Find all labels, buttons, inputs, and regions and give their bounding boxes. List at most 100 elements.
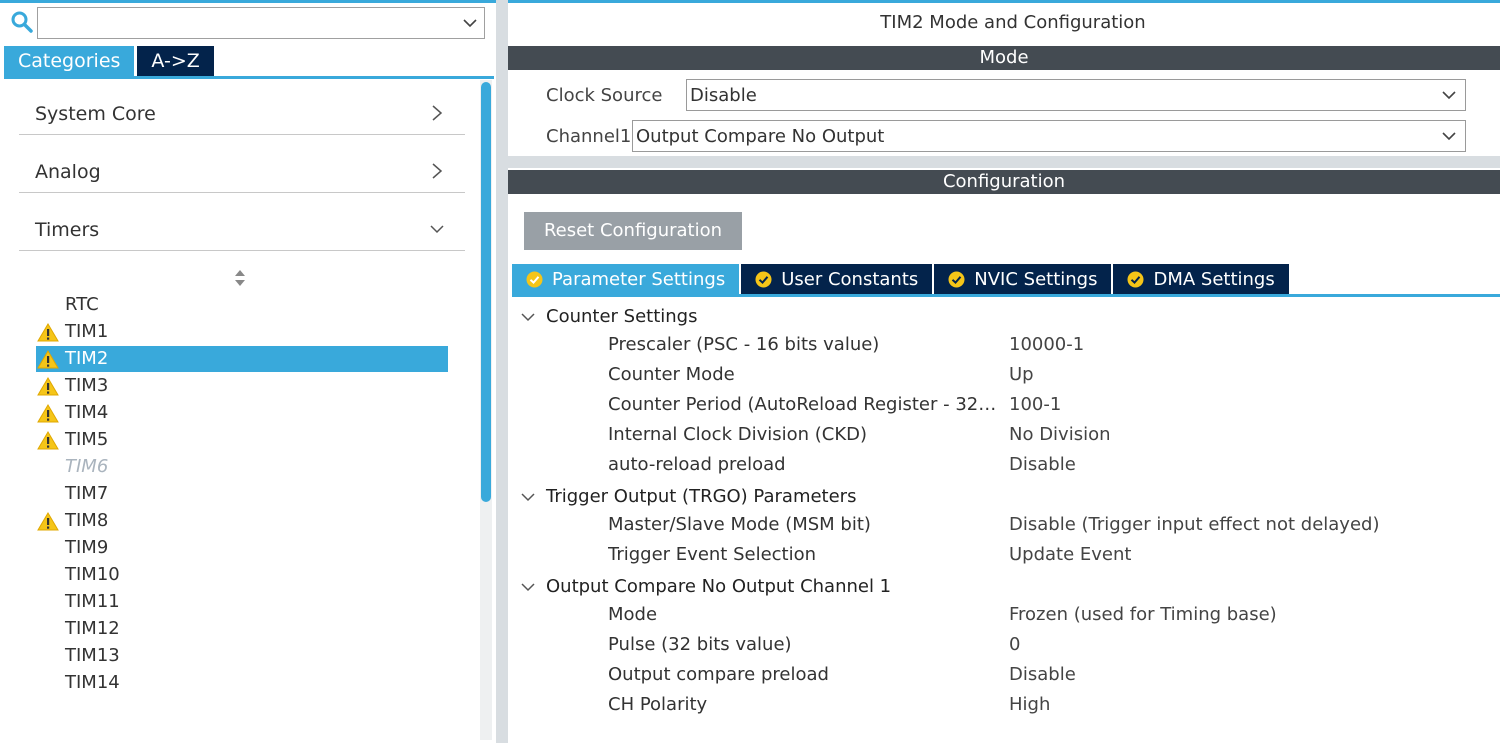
param-row[interactable]: Prescaler (PSC - 16 bits value) 10000-1 [508, 330, 1500, 358]
param-value[interactable]: No Division [1009, 424, 1111, 445]
check-circle-icon [948, 271, 965, 288]
channel1-select[interactable]: Output Compare No Output [632, 120, 1466, 152]
tab-parameter-settings[interactable]: Parameter Settings [512, 264, 740, 295]
category-system-core[interactable]: System Core [19, 95, 465, 135]
param-name: Prescaler (PSC - 16 bits value) [608, 334, 880, 355]
param-value[interactable]: 100-1 [1009, 394, 1061, 415]
param-row[interactable]: Mode Frozen (used for Timing base) [508, 600, 1500, 628]
param-value[interactable]: Update Event [1009, 544, 1131, 565]
param-value[interactable]: Disable (Trigger input effect not delaye… [1009, 514, 1379, 535]
timer-item-tim5[interactable]: TIM5 [36, 427, 448, 453]
tab-nvic-settings[interactable]: NVIC Settings [934, 264, 1112, 295]
timer-item-tim12[interactable]: TIM12 [36, 616, 448, 642]
param-row[interactable]: CH Polarity High [508, 690, 1500, 718]
param-row[interactable]: Pulse (32 bits value) 0 [508, 630, 1500, 658]
chevron-right-icon [432, 163, 443, 179]
timer-label: TIM11 [65, 591, 120, 612]
param-value[interactable]: Disable [1009, 664, 1076, 685]
chevron-down-icon[interactable] [520, 580, 536, 594]
timer-label: TIM14 [65, 672, 120, 693]
scrollbar-thumb[interactable] [481, 82, 491, 502]
tab-underline [512, 294, 1500, 297]
search-combobox[interactable] [37, 7, 485, 39]
timer-item-tim1[interactable]: TIM1 [36, 319, 448, 345]
param-name: Trigger Event Selection [608, 544, 817, 565]
timer-label: TIM8 [65, 510, 109, 531]
param-value[interactable]: Up [1009, 364, 1034, 385]
category-label: Timers [35, 219, 100, 241]
tab-user-constants[interactable]: User Constants [741, 264, 933, 295]
timer-label: RTC [65, 294, 99, 315]
configuration-section-header: Configuration [508, 170, 1500, 194]
timer-item-tim4[interactable]: TIM4 [36, 400, 448, 426]
chevron-down-icon[interactable] [520, 310, 536, 324]
timer-item-tim10[interactable]: TIM10 [36, 562, 448, 588]
param-name: Output compare preload [608, 664, 829, 685]
search-icon[interactable] [10, 10, 34, 34]
timer-item-tim13[interactable]: TIM13 [36, 643, 448, 669]
page-title: TIM2 Mode and Configuration [880, 12, 1146, 33]
tab-categories[interactable]: Categories [4, 46, 135, 77]
timer-item-tim14[interactable]: TIM14 [36, 670, 448, 696]
channel1-value: Output Compare No Output [636, 126, 885, 147]
clock-source-select[interactable]: Disable [686, 79, 1466, 111]
tab-dma-settings[interactable]: DMA Settings [1113, 264, 1289, 295]
clock-source-value: Disable [690, 85, 757, 106]
param-row[interactable]: auto-reload preload Disable [508, 450, 1500, 478]
timer-item-tim8[interactable]: TIM8 [36, 508, 448, 534]
chevron-down-icon[interactable] [462, 16, 478, 30]
timer-label: TIM10 [65, 564, 120, 585]
reset-configuration-button[interactable]: Reset Configuration [524, 212, 742, 250]
param-row[interactable]: Output compare preload Disable [508, 660, 1500, 688]
sort-icon[interactable] [233, 269, 247, 287]
param-value[interactable]: 0 [1009, 634, 1020, 655]
tab-label: Parameter Settings [552, 269, 726, 290]
category-analog[interactable]: Analog [19, 153, 465, 193]
tab-label: NVIC Settings [974, 269, 1098, 290]
param-value[interactable]: Disable [1009, 454, 1076, 475]
panel-accent-line [508, 0, 1500, 3]
timer-label: TIM4 [65, 402, 109, 423]
timer-label: TIM3 [65, 375, 109, 396]
chevron-down-icon[interactable] [520, 490, 536, 504]
warning-icon [37, 404, 59, 423]
warning-icon [37, 350, 59, 369]
check-circle-icon [1127, 271, 1144, 288]
tab-a-to-z[interactable]: A->Z [137, 46, 214, 77]
timer-label: TIM6 [65, 456, 109, 477]
category-label: Analog [35, 161, 101, 183]
warning-icon [37, 377, 59, 396]
param-group-title: Trigger Output (TRGO) Parameters [546, 486, 857, 507]
param-name: Pulse (32 bits value) [608, 634, 792, 655]
category-tab-bar: Categories A->Z [4, 46, 217, 77]
timer-item-tim6[interactable]: TIM6 [36, 454, 448, 480]
chevron-right-icon [432, 105, 443, 121]
param-row[interactable]: Internal Clock Division (CKD) No Division [508, 420, 1500, 448]
param-row[interactable]: Trigger Event Selection Update Event [508, 540, 1500, 568]
timer-item-tim3[interactable]: TIM3 [36, 373, 448, 399]
timer-item-tim11[interactable]: TIM11 [36, 589, 448, 615]
param-name: Master/Slave Mode (MSM bit) [608, 514, 871, 535]
timer-item-rtc[interactable]: RTC [36, 292, 448, 318]
timer-label: TIM7 [65, 483, 109, 504]
param-row[interactable]: Counter Mode Up [508, 360, 1500, 388]
chevron-down-icon [1442, 91, 1456, 100]
check-circle-icon [755, 271, 772, 288]
timer-item-tim9[interactable]: TIM9 [36, 535, 448, 561]
param-value[interactable]: 10000-1 [1009, 334, 1084, 355]
chevron-down-icon [430, 225, 444, 234]
timer-item-tim7[interactable]: TIM7 [36, 481, 448, 507]
warning-icon [37, 512, 59, 531]
category-timers[interactable]: Timers [19, 211, 465, 251]
param-row[interactable]: Master/Slave Mode (MSM bit) Disable (Trig… [508, 510, 1500, 538]
warning-icon [37, 323, 59, 342]
panel-divider[interactable] [496, 0, 508, 743]
param-value[interactable]: Frozen (used for Timing base) [1009, 604, 1277, 625]
timer-label: TIM5 [65, 429, 109, 450]
section-splitter[interactable] [508, 156, 1500, 168]
timer-label: TIM13 [65, 645, 120, 666]
param-name: Mode [608, 604, 658, 625]
param-row[interactable]: Counter Period (AutoReload Register - 32… [508, 390, 1500, 418]
timer-item-tim2[interactable]: TIM2 [36, 346, 448, 372]
param-value[interactable]: High [1009, 694, 1050, 715]
